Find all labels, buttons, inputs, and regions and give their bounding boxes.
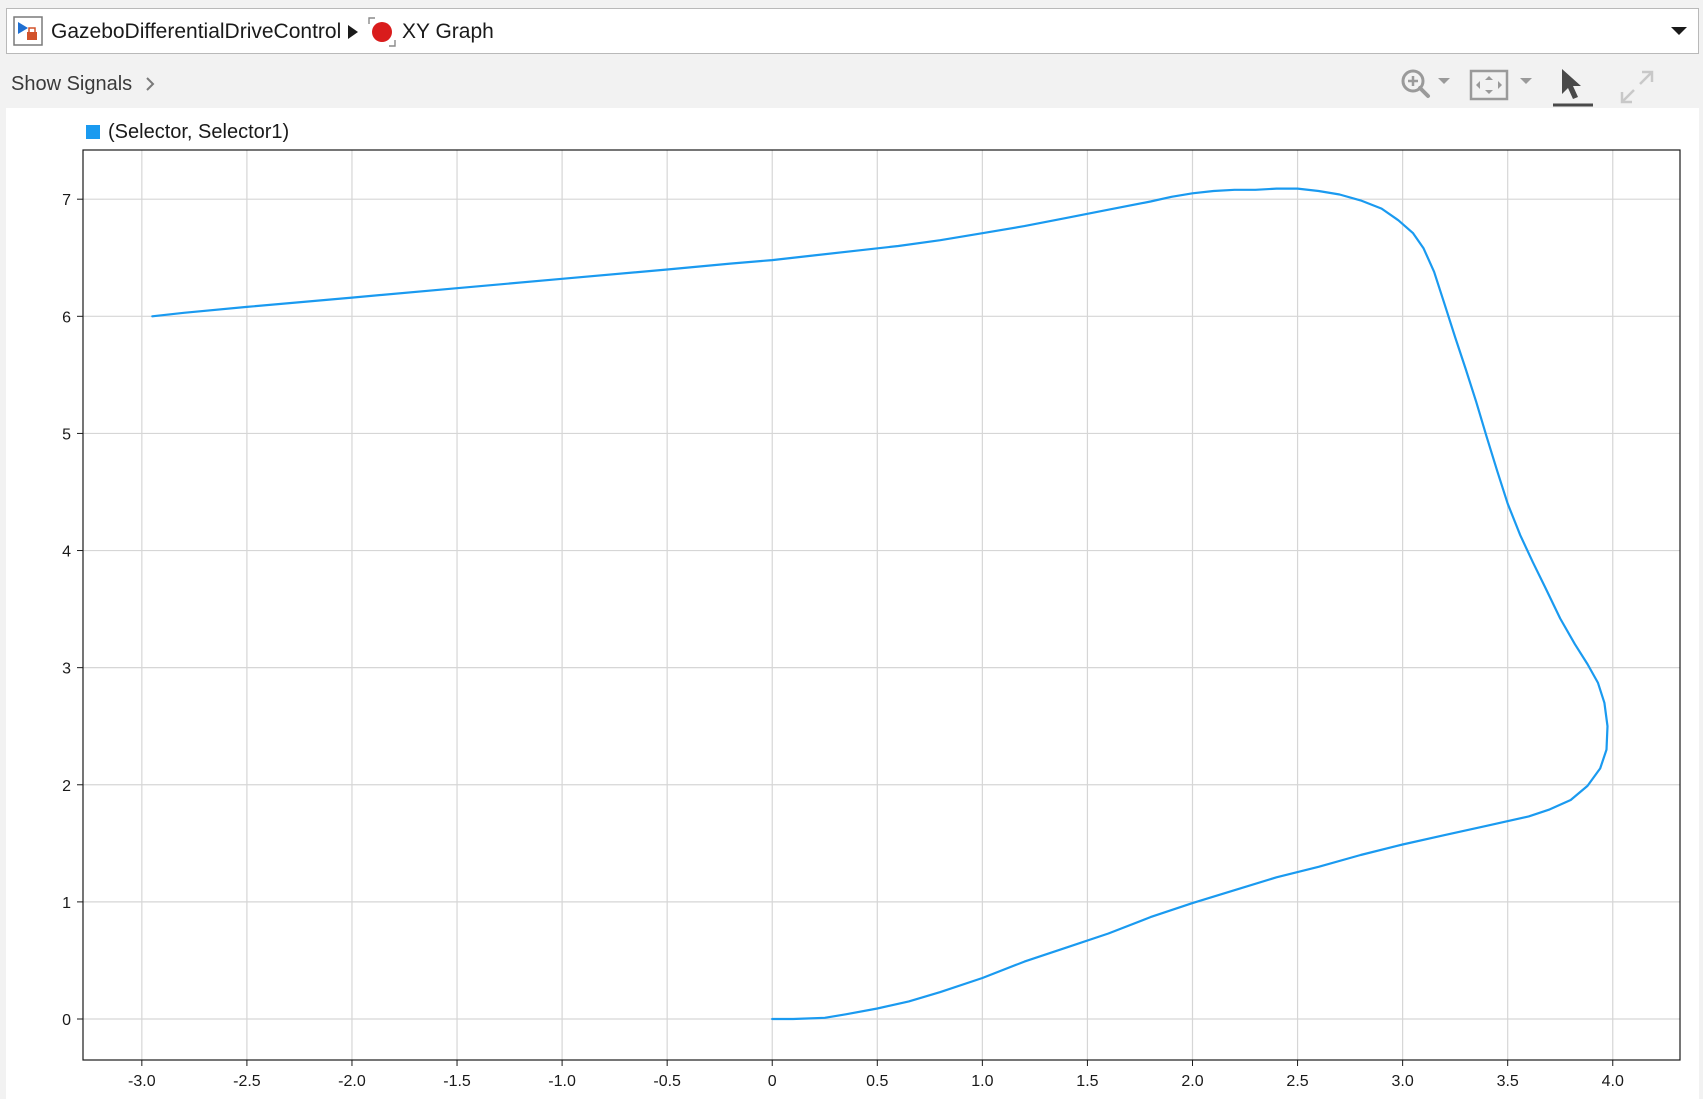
y-tick-label: 1 xyxy=(62,895,71,912)
y-tick-label: 0 xyxy=(62,1012,71,1029)
x-tick-label: -3.0 xyxy=(128,1073,156,1090)
x-tick-label: -0.5 xyxy=(653,1073,681,1090)
x-tick-label: 3.5 xyxy=(1497,1073,1519,1090)
x-tick-label: 0 xyxy=(768,1073,777,1090)
x-tick-label: 1.5 xyxy=(1076,1073,1098,1090)
y-tick-label: 3 xyxy=(62,661,71,678)
x-tick-label: 4.0 xyxy=(1602,1073,1624,1090)
x-tick-label: 1.0 xyxy=(971,1073,993,1090)
xy-graph-chart[interactable]: -3.0 -2.5 -2.0 -1.5 -1.0 -0.5 0 0.5 1.0 1.5 2.0 2.5… xyxy=(0,0,1703,1099)
x-tick-label: 2.0 xyxy=(1181,1073,1203,1090)
plot-area-frame xyxy=(82,149,1681,1061)
x-tick-label: 0.5 xyxy=(866,1073,888,1090)
y-tick-label: 5 xyxy=(62,426,71,443)
x-tick-label: 3.0 xyxy=(1392,1073,1414,1090)
y-tick-label: 4 xyxy=(62,544,71,561)
x-tick-label: 2.5 xyxy=(1286,1073,1308,1090)
y-tick-label: 7 xyxy=(62,192,71,209)
x-tick-label: -2.5 xyxy=(233,1073,261,1090)
y-tick-label: 6 xyxy=(62,309,71,326)
series-line xyxy=(151,187,1609,1021)
x-tick-label: -1.5 xyxy=(443,1073,471,1090)
x-tick-label: -2.0 xyxy=(338,1073,366,1090)
x-tick-label: -1.0 xyxy=(548,1073,576,1090)
y-tick-label: 2 xyxy=(62,778,71,795)
